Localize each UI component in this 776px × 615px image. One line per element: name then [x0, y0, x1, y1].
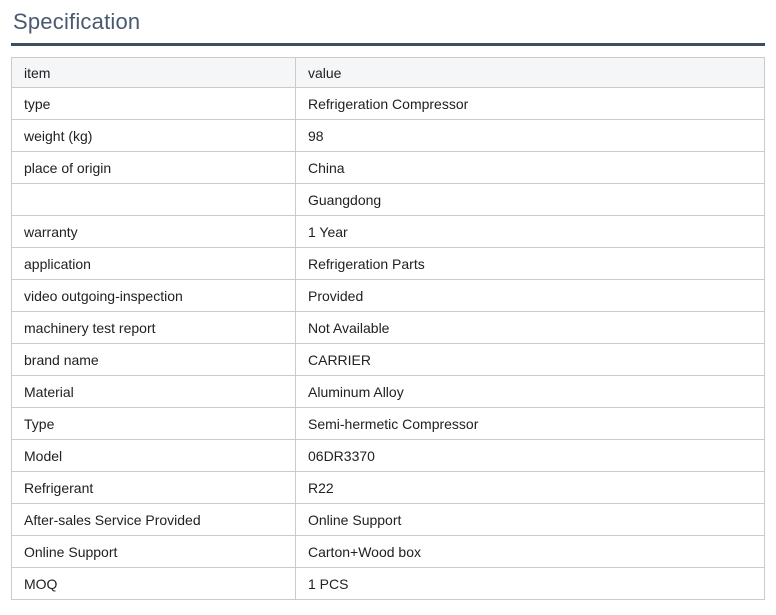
table-row: Type Semi-hermetic Compressor: [11, 407, 765, 440]
table-row: weight (kg) 98: [11, 119, 765, 152]
value-cell: 1 PCS: [295, 567, 765, 600]
table-row: Online Support Carton+Wood box: [11, 535, 765, 568]
value-cell: Not Available: [295, 311, 765, 344]
item-cell: After-sales Service Provided: [11, 503, 296, 536]
value-cell: 98: [295, 119, 765, 152]
table-header-row: item value: [11, 57, 765, 88]
value-cell: R22: [295, 471, 765, 504]
item-cell: warranty: [11, 215, 296, 248]
table-row: machinery test report Not Available: [11, 311, 765, 344]
table-row: application Refrigeration Parts: [11, 247, 765, 280]
value-cell: 1 Year: [295, 215, 765, 248]
item-cell: place of origin: [11, 151, 296, 184]
specification-section: Specification item value type Refrigerati…: [0, 0, 776, 600]
value-cell: Provided: [295, 279, 765, 312]
item-cell: [11, 183, 296, 216]
item-cell: Type: [11, 407, 296, 440]
value-cell: Carton+Wood box: [295, 535, 765, 568]
specification-table: item value type Refrigeration Compressor w…: [11, 57, 765, 600]
value-cell: China: [295, 151, 765, 184]
item-cell: brand name: [11, 343, 296, 376]
item-cell: type: [11, 87, 296, 120]
column-header-item: item: [11, 57, 296, 88]
table-row: place of origin China: [11, 151, 765, 184]
table-row: After-sales Service Provided Online Suppo…: [11, 503, 765, 536]
column-header-value: value: [295, 57, 765, 88]
table-row: brand name CARRIER: [11, 343, 765, 376]
item-cell: MOQ: [11, 567, 296, 600]
value-cell: Refrigeration Compressor: [295, 87, 765, 120]
value-cell: 06DR3370: [295, 439, 765, 472]
table-body: type Refrigeration Compressor weight (kg) 9…: [11, 87, 765, 600]
item-cell: Material: [11, 375, 296, 408]
title-divider: [11, 43, 765, 46]
table-row: Refrigerant R22: [11, 471, 765, 504]
item-cell: Online Support: [11, 535, 296, 568]
value-cell: Guangdong: [295, 183, 765, 216]
item-cell: machinery test report: [11, 311, 296, 344]
value-cell: CARRIER: [295, 343, 765, 376]
item-cell: application: [11, 247, 296, 280]
item-cell: Refrigerant: [11, 471, 296, 504]
value-cell: Semi-hermetic Compressor: [295, 407, 765, 440]
table-row: warranty 1 Year: [11, 215, 765, 248]
table-row: MOQ 1 PCS: [11, 567, 765, 600]
table-row: Model 06DR3370: [11, 439, 765, 472]
table-row: type Refrigeration Compressor: [11, 87, 765, 120]
table-row: video outgoing-inspection Provided: [11, 279, 765, 312]
value-cell: Online Support: [295, 503, 765, 536]
page-title: Specification: [13, 9, 141, 34]
table-row: Guangdong: [11, 183, 765, 216]
item-cell: weight (kg): [11, 119, 296, 152]
item-cell: Model: [11, 439, 296, 472]
item-cell: video outgoing-inspection: [11, 279, 296, 312]
value-cell: Refrigeration Parts: [295, 247, 765, 280]
table-row: Material Aluminum Alloy: [11, 375, 765, 408]
value-cell: Aluminum Alloy: [295, 375, 765, 408]
